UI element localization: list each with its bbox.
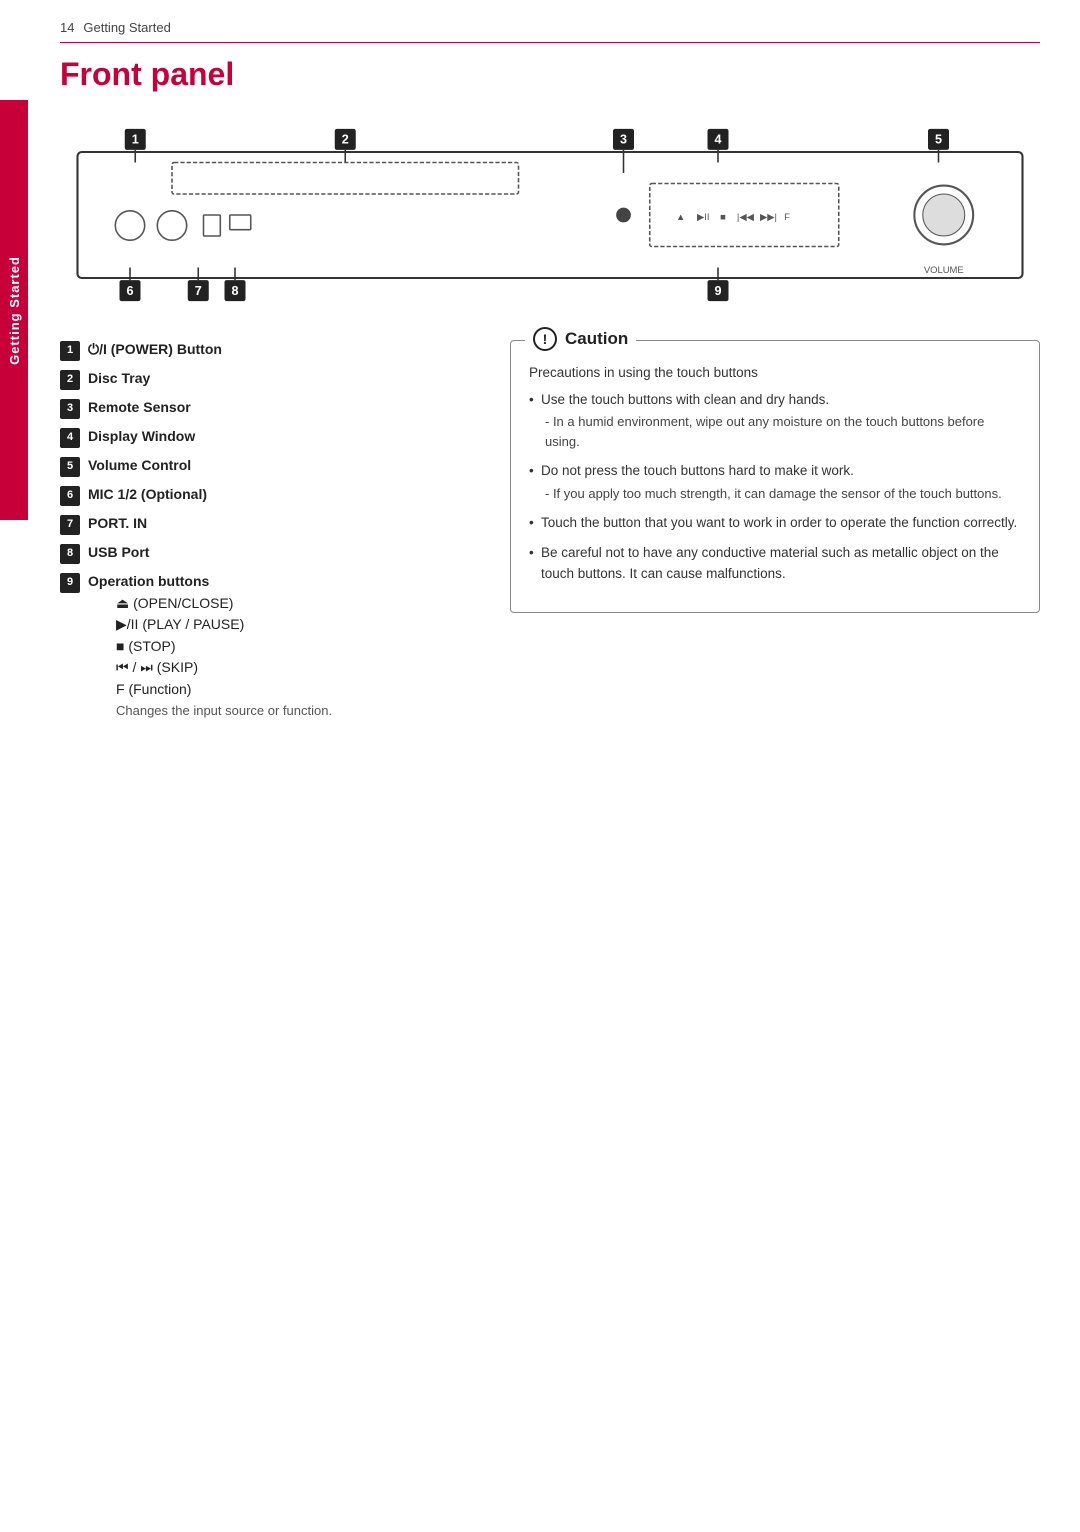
- svg-text:3: 3: [620, 133, 627, 147]
- caution-sub-text: - If you apply too much strength, it can…: [541, 484, 1021, 504]
- label-item: 5 Volume Control: [60, 456, 480, 477]
- header-page-num: 14: [60, 20, 74, 35]
- label-number: 4: [60, 428, 80, 448]
- caution-list-item: Use the touch buttons with clean and dry…: [529, 390, 1021, 451]
- page-title: Front panel: [60, 56, 234, 93]
- front-panel-diagram: 1 2 3 4 5 ▲: [60, 110, 1040, 340]
- label-item: 9 Operation buttons ⏏ (OPEN/CLOSE)▶/II (PL…: [60, 572, 480, 720]
- svg-text:|◀◀: |◀◀: [737, 212, 754, 223]
- svg-text:▶▶|: ▶▶|: [760, 212, 777, 223]
- label-number: 8: [60, 544, 80, 564]
- label-content: Operation buttons ⏏ (OPEN/CLOSE)▶/II (PLA…: [88, 572, 332, 720]
- label-item: 3 Remote Sensor: [60, 398, 480, 419]
- page-header: 14 Getting Started: [60, 18, 1040, 43]
- label-text: Disc Tray: [88, 370, 150, 386]
- label-sub-item: ⏮ / ⏭ (SKIP): [116, 658, 332, 678]
- label-content: Remote Sensor: [88, 398, 191, 418]
- svg-text:4: 4: [714, 133, 721, 147]
- svg-text:8: 8: [231, 284, 238, 298]
- label-text: ⏻/I (POWER) Button: [88, 341, 222, 357]
- label-number: 9: [60, 573, 80, 593]
- label-item: 4 Display Window: [60, 427, 480, 448]
- svg-text:▶II: ▶II: [697, 212, 710, 223]
- labels-section: 1 ⏻/I (POWER) Button 2 Disc Tray 3 Remote Sen…: [60, 340, 480, 728]
- label-number: 5: [60, 457, 80, 477]
- caution-list-item: Do not press the touch buttons hard to m…: [529, 461, 1021, 503]
- label-content: Disc Tray: [88, 369, 150, 389]
- svg-text:VOLUME: VOLUME: [924, 265, 964, 276]
- label-sub-item: ⏏ (OPEN/CLOSE): [116, 594, 332, 614]
- label-sub-item: ■ (STOP): [116, 637, 332, 657]
- label-text: Display Window: [88, 428, 195, 444]
- label-number: 7: [60, 515, 80, 535]
- section-side-tab: Getting Started: [0, 100, 28, 520]
- label-sub-item: F (Function): [116, 680, 332, 700]
- label-text: MIC 1/2 (Optional): [88, 486, 207, 502]
- side-tab-label: Getting Started: [7, 256, 22, 365]
- label-number: 1: [60, 341, 80, 361]
- label-content: PORT. IN: [88, 514, 147, 534]
- svg-text:2: 2: [342, 133, 349, 147]
- label-text: Remote Sensor: [88, 399, 191, 415]
- label-item: 8 USB Port: [60, 543, 480, 564]
- svg-text:1: 1: [132, 133, 139, 147]
- label-note: Changes the input source or function.: [116, 702, 332, 720]
- label-content: Display Window: [88, 427, 195, 447]
- label-sub-item: ▶/II (PLAY / PAUSE): [116, 615, 332, 635]
- svg-text:F: F: [784, 212, 790, 223]
- label-item: 1 ⏻/I (POWER) Button: [60, 340, 480, 361]
- caution-icon: !: [533, 327, 557, 351]
- caution-box: ! Caution Precautions in using the touch…: [510, 340, 1040, 613]
- caution-list-item: Touch the button that you want to work i…: [529, 513, 1021, 533]
- label-text: Volume Control: [88, 457, 191, 473]
- svg-text:9: 9: [714, 284, 721, 298]
- label-text: PORT. IN: [88, 515, 147, 531]
- label-number: 3: [60, 399, 80, 419]
- label-content: ⏻/I (POWER) Button: [88, 340, 222, 360]
- label-content: MIC 1/2 (Optional): [88, 485, 207, 505]
- svg-text:6: 6: [126, 284, 133, 298]
- svg-text:■: ■: [720, 212, 726, 223]
- caution-title: Caution: [565, 329, 628, 349]
- label-text: USB Port: [88, 544, 149, 560]
- svg-text:▲: ▲: [676, 212, 685, 223]
- label-content: Volume Control: [88, 456, 191, 476]
- caution-intro: Precautions in using the touch buttons: [529, 365, 1021, 380]
- svg-text:5: 5: [935, 133, 942, 147]
- label-sub: ⏏ (OPEN/CLOSE)▶/II (PLAY / PAUSE)■ (STOP…: [116, 594, 332, 700]
- label-item: 6 MIC 1/2 (Optional): [60, 485, 480, 506]
- caution-list: Use the touch buttons with clean and dry…: [529, 390, 1021, 584]
- label-content: USB Port: [88, 543, 149, 563]
- label-number: 2: [60, 370, 80, 390]
- header-section: Getting Started: [83, 20, 170, 35]
- caution-sub-text: - In a humid environment, wipe out any m…: [541, 412, 1021, 451]
- label-number: 6: [60, 486, 80, 506]
- label-item: 7 PORT. IN: [60, 514, 480, 535]
- panel-svg: 1 2 3 4 5 ▲: [60, 110, 1040, 320]
- caution-header: ! Caution: [525, 327, 636, 351]
- caution-list-item: Be careful not to have any conductive ma…: [529, 543, 1021, 584]
- label-item: 2 Disc Tray: [60, 369, 480, 390]
- svg-text:7: 7: [195, 284, 202, 298]
- label-text: Operation buttons: [88, 573, 209, 589]
